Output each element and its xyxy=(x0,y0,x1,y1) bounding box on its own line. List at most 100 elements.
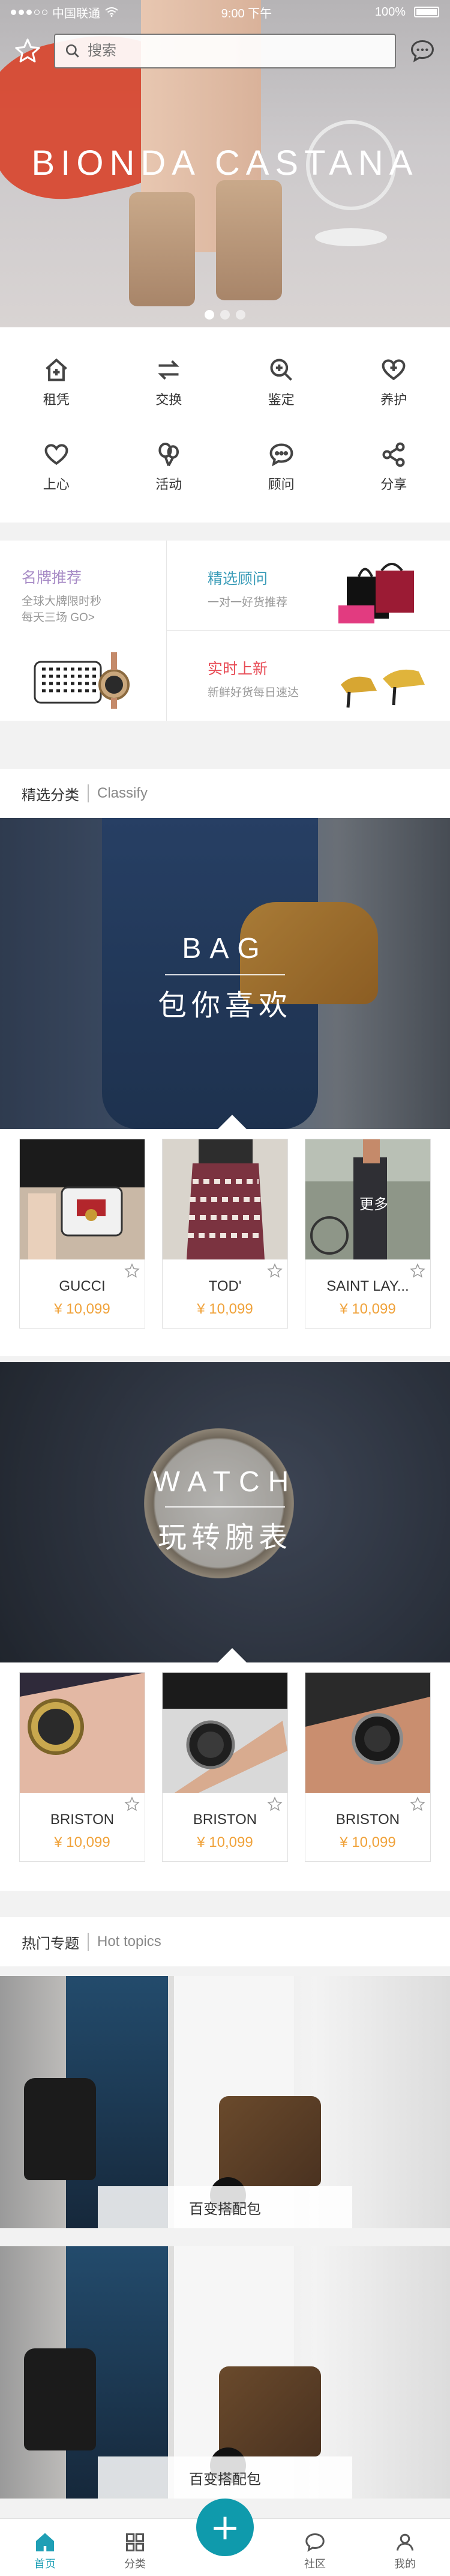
watch-banner[interactable]: WATCH 玩转腕表 xyxy=(0,1362,450,1662)
tab-profile[interactable]: 我的 xyxy=(360,2519,450,2576)
add-post-button[interactable]: + xyxy=(196,2499,254,2556)
heel-shoe-graphic xyxy=(129,192,195,306)
tab-label: 社区 xyxy=(304,2558,326,2570)
black-bag-graphic xyxy=(24,2348,96,2450)
banner-overlay xyxy=(0,818,450,1129)
product-card[interactable]: GUCCI ¥ 10,099 xyxy=(19,1139,145,1329)
user-icon xyxy=(396,2533,414,2551)
swap-arrows-icon xyxy=(158,360,179,380)
promo-brand-card[interactable]: 名牌推荐 全球大牌限时秒 每天三场 GO> xyxy=(0,541,167,721)
service-grid: 租凭 交换 鉴定 养护 上心 活动 顾问 分享 xyxy=(0,327,450,523)
banner-rule xyxy=(165,974,285,975)
more-link[interactable]: 更多 xyxy=(359,1192,388,1213)
product-price: ¥ 10,099 xyxy=(197,1834,253,1850)
divider xyxy=(88,1933,89,1951)
star-icon[interactable] xyxy=(410,1796,425,1812)
carousel-dot[interactable] xyxy=(236,310,245,320)
search-input[interactable] xyxy=(88,43,385,59)
section-title: 热门专题 xyxy=(22,1935,79,1952)
star-icon[interactable] xyxy=(267,1796,283,1812)
fan-base-graphic xyxy=(315,228,387,246)
bag-product-row: GUCCI ¥ 10,099 TOD' ¥ 10,099 更多 SAINT LA… xyxy=(0,1129,450,1356)
product-image xyxy=(20,1139,145,1259)
tab-community[interactable]: 社区 xyxy=(270,2519,360,2576)
tab-label: 我的 xyxy=(394,2558,416,2570)
carousel-dot[interactable] xyxy=(220,310,230,320)
star-icon[interactable] xyxy=(267,1263,283,1279)
heart-plus-icon xyxy=(382,359,406,381)
promo-section: 名牌推荐 全球大牌限时秒 每天三场 GO> 精选顾问 一对一好货推荐 实时上新 xyxy=(0,541,450,721)
banner-title-zh: 包你喜欢 xyxy=(157,990,292,1022)
service-item-activity[interactable]: 活动 xyxy=(113,425,226,510)
service-item-advisor[interactable]: 顾问 xyxy=(225,425,338,510)
section-title-en: Hot topics xyxy=(97,1933,161,1950)
hero-brand-text: BIONDA CASTANA xyxy=(31,144,419,183)
service-item-heart[interactable]: 上心 xyxy=(0,425,113,510)
product-image xyxy=(341,669,425,708)
product-image xyxy=(163,1139,287,1259)
share-icon xyxy=(382,442,405,467)
section-title-en: Classify xyxy=(97,785,148,801)
promo-new-card[interactable]: 实时上新 新鲜好货每日速达 xyxy=(167,631,450,721)
product-price: ¥ 10,099 xyxy=(197,1301,253,1317)
promo-subtitle: 每天三场 GO> xyxy=(22,611,95,624)
promo-subtitle: 全球大牌限时秒 xyxy=(22,595,102,608)
community-chat-icon xyxy=(305,2533,325,2552)
product-card[interactable]: BRISTON ¥ 10,099 xyxy=(162,1672,288,1862)
product-price: ¥ 10,099 xyxy=(340,1834,396,1850)
carousel-indicators[interactable] xyxy=(0,310,450,320)
service-item-exchange[interactable]: 交换 xyxy=(113,341,226,425)
product-card[interactable]: BRISTON ¥ 10,099 xyxy=(19,1672,145,1862)
signal-dots xyxy=(11,9,47,15)
product-image xyxy=(163,1673,287,1793)
service-label: 顾问 xyxy=(268,476,295,492)
classify-heading: 精选分类 Classify xyxy=(0,769,450,818)
tab-label: 分类 xyxy=(124,2558,146,2570)
promo-advisor-card[interactable]: 精选顾问 一对一好货推荐 xyxy=(167,541,450,631)
topic-card[interactable]: 百变搭配包 xyxy=(0,2246,450,2499)
star-icon[interactable] xyxy=(410,1263,425,1279)
banner-title-en: BAG xyxy=(182,933,268,965)
hot-topics-heading: 热门专题 Hot topics xyxy=(0,1917,450,1966)
product-card[interactable]: TOD' ¥ 10,099 xyxy=(162,1139,288,1329)
bag-banner[interactable]: BAG 包你喜欢 xyxy=(0,818,450,1129)
product-card[interactable]: 更多 SAINT LAY... ¥ 10,099 xyxy=(305,1139,431,1329)
star-icon[interactable] xyxy=(124,1796,140,1812)
brown-bag-graphic xyxy=(219,2096,321,2186)
tab-category[interactable]: 分类 xyxy=(90,2519,180,2576)
message-button[interactable] xyxy=(406,34,439,68)
product-name: BRISTON xyxy=(193,1811,257,1828)
product-price: ¥ 10,099 xyxy=(54,1301,110,1317)
promo-title: 名牌推荐 xyxy=(22,569,82,586)
favorite-button[interactable] xyxy=(11,34,44,68)
service-item-appraise[interactable]: 鉴定 xyxy=(225,341,338,425)
brown-bag-graphic xyxy=(219,2366,321,2456)
star-icon[interactable] xyxy=(124,1263,140,1279)
status-left: 中国联通 xyxy=(11,4,118,21)
search-bar[interactable] xyxy=(54,34,396,68)
product-card[interactable]: BRISTON ¥ 10,099 xyxy=(305,1672,431,1862)
top-bar xyxy=(0,26,450,76)
promo-right: 精选顾问 一对一好货推荐 实时上新 新鲜好货每日速达 xyxy=(167,541,450,721)
section-title: 精选分类 xyxy=(22,787,79,804)
service-item-rent[interactable]: 租凭 xyxy=(0,341,113,425)
carousel-dot[interactable] xyxy=(205,310,214,320)
product-name: SAINT LAY... xyxy=(326,1278,409,1294)
service-label: 租凭 xyxy=(43,392,70,408)
banner-notch xyxy=(218,1648,247,1662)
status-time: 9:00 下午 xyxy=(221,7,272,20)
service-label: 交换 xyxy=(155,392,182,408)
product-price: ¥ 10,099 xyxy=(340,1301,396,1317)
banner-notch xyxy=(218,1115,247,1129)
banner-rule xyxy=(165,1506,285,1508)
tab-home[interactable]: 首页 xyxy=(0,2519,90,2576)
divider xyxy=(88,784,89,802)
wifi-icon xyxy=(105,7,118,17)
service-label: 活动 xyxy=(155,476,182,492)
product-image xyxy=(305,1673,430,1793)
banner-title-zh: 玩转腕表 xyxy=(157,1522,292,1554)
service-item-share[interactable]: 分享 xyxy=(338,425,450,510)
topic-card[interactable]: 百变搭配包 xyxy=(0,1976,450,2228)
service-item-care[interactable]: 养护 xyxy=(338,341,450,425)
chat-bubble-icon xyxy=(411,40,434,62)
